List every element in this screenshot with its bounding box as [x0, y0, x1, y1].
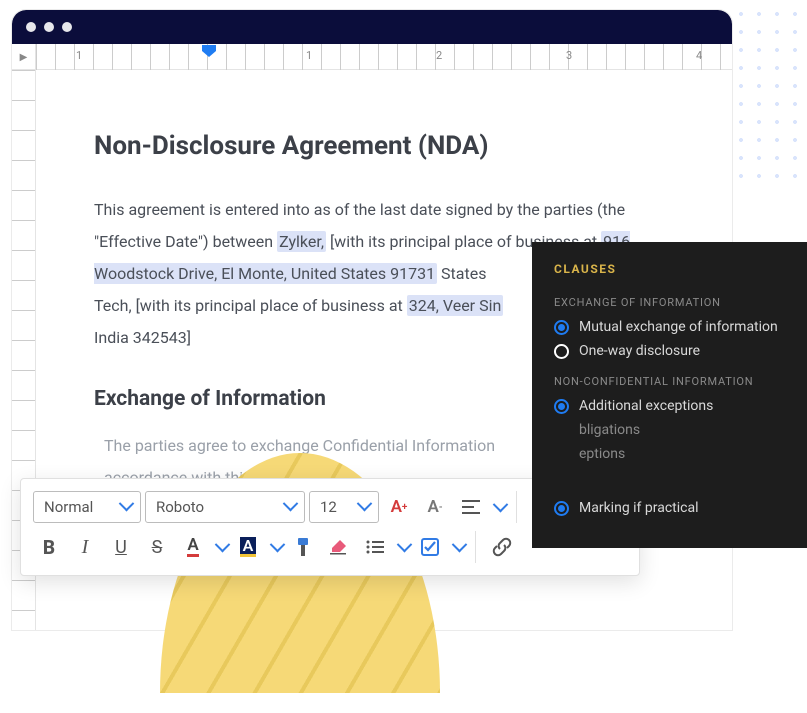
clause-group-label: EXCHANGE OF INFORMATION	[554, 296, 785, 309]
italic-button[interactable]: I	[69, 531, 101, 563]
format-painter-button[interactable]	[287, 531, 319, 563]
ruler-number: 4	[696, 49, 702, 62]
text-run: India 342543]	[94, 328, 191, 347]
highlight-color-button[interactable]: A	[232, 531, 264, 563]
chevron-down-icon[interactable]	[395, 538, 410, 557]
radio-selected-icon	[554, 320, 569, 335]
separator	[475, 531, 476, 563]
option-label: eptions	[579, 446, 625, 462]
clear-formatting-button[interactable]	[323, 531, 355, 563]
separator	[516, 491, 517, 523]
ruler-number: 3	[566, 49, 572, 62]
option-label: Marking if practical	[579, 500, 699, 516]
chevron-down-icon[interactable]	[491, 498, 506, 517]
chevron-down-icon[interactable]	[268, 538, 283, 557]
text-run: States	[437, 264, 486, 283]
checkbox-button[interactable]	[414, 531, 446, 563]
clause-option[interactable]: Mutual exchange of information	[554, 319, 785, 335]
list-button[interactable]	[359, 531, 391, 563]
option-label: Mutual exchange of information	[579, 319, 778, 335]
radio-selected-icon	[554, 399, 569, 414]
clause-option[interactable]: bligations	[554, 422, 785, 438]
ruler-corner-icon[interactable]: ▶	[12, 44, 36, 70]
radio-icon	[554, 344, 569, 359]
chevron-down-icon	[117, 498, 132, 516]
chevron-down-icon[interactable]	[213, 538, 228, 557]
clause-option[interactable]: One-way disclosure	[554, 343, 785, 359]
chevron-down-icon[interactable]	[450, 538, 465, 557]
option-label: Additional exceptions	[579, 398, 713, 414]
merge-field[interactable]: Zylker,	[277, 231, 326, 252]
text-run: Tech, [with its principal place of busin…	[94, 296, 407, 315]
font-size-select[interactable]: 12	[309, 491, 379, 523]
chevron-down-icon	[355, 498, 370, 516]
clauses-panel: CLAUSES EXCHANGE OF INFORMATION Mutual e…	[532, 242, 807, 548]
ruler-number: 2	[436, 49, 442, 62]
ruler-row: ▶ 1 1 2 3 4	[12, 44, 732, 70]
select-value: Normal	[44, 498, 93, 516]
align-button[interactable]	[455, 491, 487, 523]
decrease-font-button[interactable]: A-	[419, 491, 451, 523]
strikethrough-button[interactable]: S	[141, 531, 173, 563]
option-label: One-way disclosure	[579, 343, 700, 359]
page-title: Non-Disclosure Agreement (NDA)	[94, 120, 684, 172]
select-value: Roboto	[156, 498, 204, 516]
increase-font-button[interactable]: A+	[383, 491, 415, 523]
panel-title: CLAUSES	[554, 262, 785, 276]
underline-button[interactable]: U	[105, 531, 137, 563]
horizontal-ruler[interactable]: 1 1 2 3 4	[36, 44, 732, 70]
link-button[interactable]	[486, 531, 518, 563]
paragraph-style-select[interactable]: Normal	[33, 491, 141, 523]
clause-option[interactable]: Marking if practical	[554, 500, 785, 516]
option-label: bligations	[579, 422, 640, 438]
select-value: 12	[320, 498, 337, 516]
font-color-button[interactable]: A	[177, 531, 209, 563]
clause-option[interactable]: Additional exceptions	[554, 398, 785, 414]
clause-option[interactable]: eptions	[554, 446, 785, 462]
window-control[interactable]	[62, 22, 72, 32]
merge-field[interactable]: 324, Veer Sin	[407, 295, 504, 316]
ruler-number: 1	[306, 49, 312, 62]
chevron-down-icon	[281, 498, 296, 516]
clause-group-label: NON-CONFIDENTIAL INFORMATION	[554, 375, 785, 388]
window-control[interactable]	[44, 22, 54, 32]
font-family-select[interactable]: Roboto	[145, 491, 305, 523]
radio-selected-icon	[554, 501, 569, 516]
titlebar	[12, 10, 732, 44]
window-control[interactable]	[26, 22, 36, 32]
ruler-number: 1	[76, 49, 82, 62]
bold-button[interactable]: B	[33, 531, 65, 563]
indent-marker-icon[interactable]	[202, 45, 216, 57]
